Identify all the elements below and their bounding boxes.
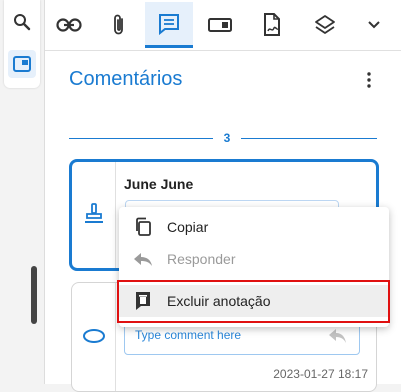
signature-file-icon[interactable] bbox=[248, 2, 296, 48]
menu-item-reply[interactable]: Responder bbox=[119, 243, 389, 275]
menu-item-delete-annotation[interactable]: Excluir anotação bbox=[119, 285, 389, 317]
comment-placeholder: Type comment here bbox=[135, 328, 242, 342]
annotation-author: June June bbox=[124, 176, 194, 192]
left-strip bbox=[0, 0, 44, 384]
delete-annotation-icon bbox=[119, 291, 167, 311]
menu-item-copy[interactable]: Copiar bbox=[119, 211, 389, 243]
annotation-type-bar bbox=[72, 283, 116, 391]
annotation-type-bar bbox=[72, 162, 116, 268]
menu-item-delete-label: Excluir anotação bbox=[167, 293, 271, 309]
thumbnails-icon[interactable] bbox=[8, 50, 36, 78]
comment-count: 3 bbox=[223, 131, 231, 145]
link-icon[interactable] bbox=[45, 2, 93, 48]
divider-left bbox=[69, 138, 213, 139]
annotation-timestamp: 2023-01-27 18:17 bbox=[273, 367, 368, 381]
reply-icon bbox=[119, 251, 167, 267]
ellipse-icon bbox=[82, 328, 106, 349]
scrollbar-thumb[interactable] bbox=[31, 266, 37, 324]
form-field-icon[interactable] bbox=[196, 2, 244, 48]
search-icon[interactable] bbox=[12, 12, 32, 32]
panel-title: Comentários bbox=[69, 68, 183, 90]
chevron-down-icon[interactable] bbox=[350, 2, 398, 48]
stamp-icon bbox=[83, 202, 105, 229]
more-options-icon[interactable] bbox=[359, 70, 379, 90]
divider-right bbox=[241, 138, 377, 139]
paperclip-icon[interactable] bbox=[95, 2, 143, 48]
menu-item-reply-label: Responder bbox=[167, 251, 236, 267]
left-tools-panel bbox=[4, 0, 40, 88]
layers-icon[interactable] bbox=[301, 2, 349, 48]
copy-icon bbox=[119, 217, 167, 237]
comment-icon[interactable] bbox=[145, 2, 193, 48]
toolbar bbox=[45, 0, 401, 51]
context-menu: Copiar Responder Excluir anotação bbox=[119, 207, 389, 327]
menu-item-copy-label: Copiar bbox=[167, 219, 209, 235]
